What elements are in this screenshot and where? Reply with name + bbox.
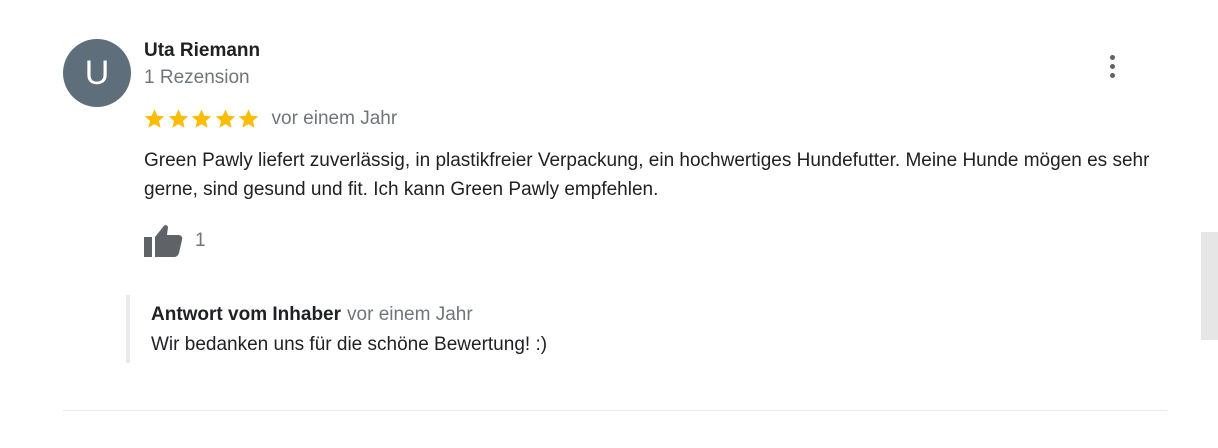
divider bbox=[63, 410, 1167, 411]
author-name[interactable]: Uta Riemann bbox=[144, 40, 260, 62]
more-vert-icon-dot bbox=[1109, 72, 1115, 78]
star-icon bbox=[168, 109, 188, 128]
review-count[interactable]: 1 Rezension bbox=[144, 67, 250, 89]
star-icon bbox=[238, 109, 259, 128]
reply-text: Wir bedanken uns für die schöne Bewertun… bbox=[151, 334, 548, 355]
review-text: Green Pawly liefert zuverlässig, in plas… bbox=[144, 150, 1150, 200]
more-options-button[interactable] bbox=[1098, 50, 1126, 82]
more-vert-icon bbox=[1109, 54, 1115, 60]
reply-date: vor einem Jahr bbox=[347, 304, 473, 325]
more-vert-icon-dot bbox=[1109, 63, 1115, 69]
like-count: 1 bbox=[195, 230, 206, 251]
star-icon bbox=[144, 109, 165, 128]
star-icon bbox=[191, 109, 212, 128]
rating-row: vor einem Jahr bbox=[143, 105, 397, 133]
like-row: 1 bbox=[143, 224, 206, 258]
scrollbar-thumb[interactable] bbox=[1201, 232, 1218, 340]
avatar[interactable]: U bbox=[63, 39, 131, 107]
star-rating bbox=[143, 108, 261, 130]
like-button[interactable] bbox=[143, 224, 183, 258]
owner-reply: Antwort vom Inhaber vor einem Jahr Wir be… bbox=[126, 295, 1030, 363]
review-card: U Uta Riemann 1 Rezension vor einem Jahr… bbox=[0, 0, 1218, 448]
reply-author: Antwort vom Inhaber bbox=[151, 304, 342, 325]
star-icon bbox=[215, 109, 235, 128]
review-date: vor einem Jahr bbox=[271, 108, 398, 129]
thumb-up-icon bbox=[144, 225, 183, 257]
reply-header: Antwort vom Inhaber vor einem Jahr bbox=[151, 304, 473, 326]
